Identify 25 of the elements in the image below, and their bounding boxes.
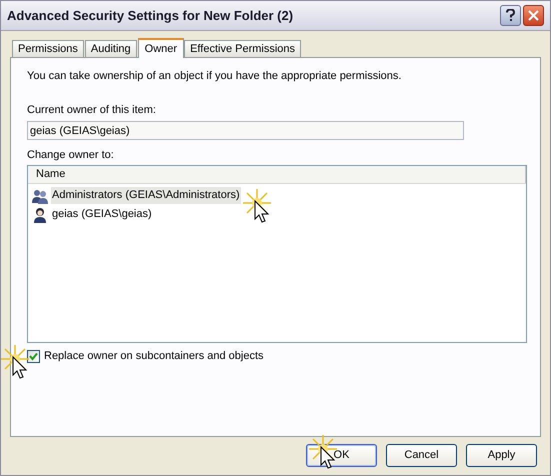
dialog-button[interactable]: Apply: [466, 444, 537, 467]
users-icon: [32, 188, 48, 204]
field-label: Change owner to:: [27, 148, 115, 162]
dialog-button[interactable]: Cancel: [386, 444, 457, 467]
user-icon: [32, 206, 48, 222]
checkbox-label: Replace owner on subcontainers and objects: [44, 349, 264, 364]
close-button[interactable]: [523, 5, 544, 26]
description-text: You can take ownership of an object if you have the appropriate permissions.: [27, 69, 402, 83]
list-item[interactable]: geias (GEIAS\geias): [28, 205, 526, 224]
current-owner-field[interactable]: geias (GEIAS\geias): [27, 121, 464, 140]
tab[interactable]: Owner: [138, 38, 184, 58]
tab[interactable]: Auditing: [84, 40, 137, 57]
tab[interactable]: Effective Permissions: [184, 40, 302, 57]
question-mark-icon: [506, 9, 515, 22]
check-icon: [29, 352, 38, 361]
field-label: Current owner of this item:: [27, 103, 157, 117]
list-item[interactable]: Administrators (GEIAS\Administrators): [28, 186, 526, 205]
close-icon: [528, 10, 539, 21]
window-title: Advanced Security Settings for New Folder (2): [7, 6, 294, 25]
column-header[interactable]: Name: [28, 166, 526, 183]
help-button[interactable]: [500, 5, 521, 26]
item-label: Administrators (GEIAS\Administrators): [51, 187, 241, 204]
tab[interactable]: Permissions: [12, 40, 84, 57]
item-label: geias (GEIAS\geias): [51, 207, 153, 222]
checkbox[interactable]: [27, 350, 40, 363]
